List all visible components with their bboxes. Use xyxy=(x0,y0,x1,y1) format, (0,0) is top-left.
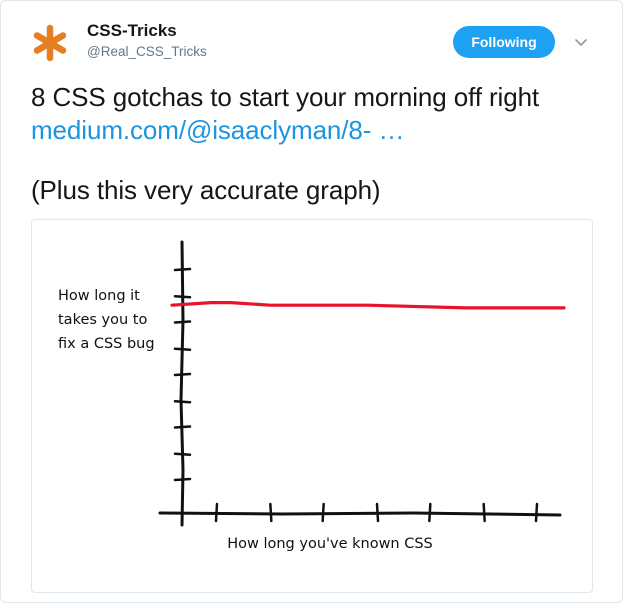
y-tick xyxy=(173,372,192,377)
tweet-card: CSS-Tricks @Real_CSS_Tricks Following 8 … xyxy=(0,0,623,603)
x-tick xyxy=(214,502,219,523)
tweet-text: 8 CSS gotchas to start your morning off … xyxy=(31,81,606,207)
series-line xyxy=(170,300,566,310)
graph-image: How long it takes you to fix a CSS bug How… xyxy=(58,240,566,552)
y-axis xyxy=(179,240,185,527)
y-axis-label-line: How long it xyxy=(58,288,140,304)
tweet-line: (Plus this very accurate graph) xyxy=(31,175,381,205)
x-tick xyxy=(375,502,380,523)
y-tick xyxy=(173,295,192,299)
x-tick xyxy=(428,502,432,523)
y-tick xyxy=(173,320,192,324)
y-axis-label-line: takes you to xyxy=(58,312,147,328)
account-handle[interactable]: @Real_CSS_Tricks xyxy=(87,44,207,59)
chevron-down-icon[interactable] xyxy=(572,34,590,52)
y-tick xyxy=(173,477,192,482)
line-break xyxy=(31,147,606,174)
following-button[interactable]: Following xyxy=(453,26,555,58)
y-tick xyxy=(173,400,192,404)
tweet-link[interactable]: medium.com/@isaaclyman/8- … xyxy=(31,115,404,145)
asterisk-icon xyxy=(33,24,67,62)
chart-axes xyxy=(158,240,562,527)
x-axis-label: How long you've known CSS xyxy=(227,536,433,552)
tweet-image[interactable]: How long it takes you to fix a CSS bug How… xyxy=(31,219,593,593)
x-tick xyxy=(269,502,273,523)
avatar[interactable] xyxy=(31,24,69,62)
x-tick xyxy=(482,502,486,523)
tweet-line: 8 CSS gotchas to start your morning off … xyxy=(31,82,540,112)
x-axis xyxy=(158,511,562,517)
y-tick xyxy=(173,267,192,272)
y-tick xyxy=(173,425,192,429)
x-tick xyxy=(534,502,539,523)
account-name[interactable]: CSS-Tricks xyxy=(87,21,177,41)
chart-series xyxy=(170,300,566,310)
x-tick xyxy=(321,502,325,523)
y-tick xyxy=(173,452,192,456)
y-axis-label-line: fix a CSS bug xyxy=(58,336,155,352)
y-tick xyxy=(173,347,192,351)
y-axis-label: How long it takes you to fix a CSS bug xyxy=(58,288,155,352)
